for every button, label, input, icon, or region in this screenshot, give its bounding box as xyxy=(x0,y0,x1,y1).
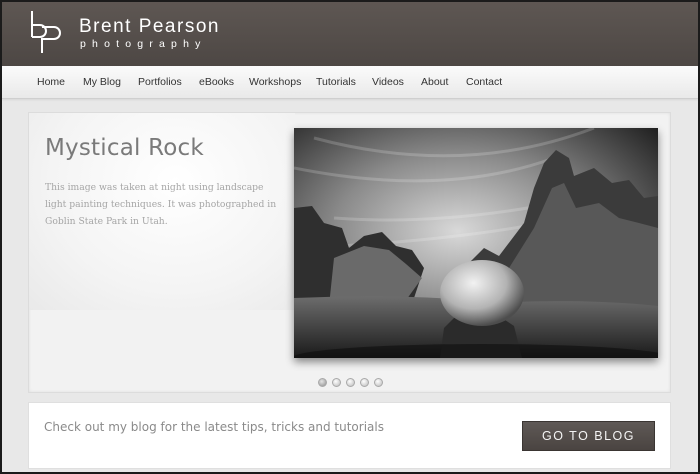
slider-dot-5[interactable] xyxy=(374,378,383,387)
nav-item-ebooks[interactable]: eBooks xyxy=(199,76,234,88)
brand-name[interactable]: Brent Pearson xyxy=(79,16,220,38)
blog-cta-bar: Check out my blog for the latest tips, t… xyxy=(28,402,671,469)
nav-item-tutorials[interactable]: Tutorials xyxy=(316,76,356,88)
bp-monogram-icon[interactable] xyxy=(28,9,68,55)
site-header: Brent Pearson photography xyxy=(2,2,698,66)
blog-cta-text: Check out my blog for the latest tips, t… xyxy=(44,420,384,434)
slider-dot-4[interactable] xyxy=(360,378,369,387)
nav-item-portfolios[interactable]: Portfolios xyxy=(138,76,182,88)
featured-slider: Mystical Rock This image was taken at ni… xyxy=(28,112,671,393)
slider-dot-2[interactable] xyxy=(332,378,341,387)
go-to-blog-button[interactable]: GO TO BLOG xyxy=(522,421,655,451)
featured-photo[interactable] xyxy=(294,128,658,358)
main-nav: Home My Blog Portfolios eBooks Workshops… xyxy=(2,66,698,99)
nav-item-my-blog[interactable]: My Blog xyxy=(83,76,121,88)
slider-pagination xyxy=(318,378,383,387)
slider-dot-1[interactable] xyxy=(318,378,327,387)
brand-tagline: photography xyxy=(80,38,207,50)
slider-dot-3[interactable] xyxy=(346,378,355,387)
slide-description: This image was taken at night using land… xyxy=(45,182,277,227)
nav-item-videos[interactable]: Videos xyxy=(372,76,404,88)
slide-title: Mystical Rock xyxy=(45,135,204,161)
browser-frame: Brent Pearson photography Home My Blog P… xyxy=(0,0,700,474)
nav-item-workshops[interactable]: Workshops xyxy=(249,76,301,88)
nav-item-home[interactable]: Home xyxy=(37,76,65,88)
nav-item-contact[interactable]: Contact xyxy=(466,76,502,88)
nav-item-about[interactable]: About xyxy=(421,76,448,88)
